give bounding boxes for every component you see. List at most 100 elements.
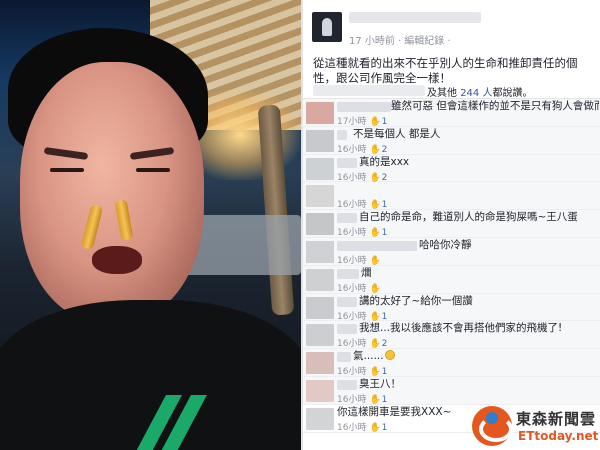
commenter-avatar[interactable]	[306, 102, 334, 124]
news-photo	[0, 0, 301, 450]
likes-text: 及其他 244 人都說讚。	[427, 84, 532, 99]
thumbs-up-icon[interactable]: ✋	[369, 256, 380, 266]
face	[20, 62, 204, 322]
comment-meta: 16小時 ✋2	[337, 142, 387, 155]
comment-like-count[interactable]: 1	[382, 200, 388, 210]
comment-timestamp[interactable]: 16小時	[337, 173, 366, 183]
commenter-name-redacted	[337, 296, 357, 307]
comment-text: 雖然可惡 但會這樣作的並不是只有狗人會做而已,先聲明這並不是護航	[391, 100, 599, 112]
commenter-avatar[interactable]	[306, 240, 334, 263]
comment-item: 真的是xxx 16小時 ✋2	[303, 155, 600, 183]
comment-meta: 16小時 ✋1	[337, 197, 387, 210]
commenter-name-redacted	[337, 240, 417, 251]
edit-history-link[interactable]: 編輯紀錄 ·	[404, 36, 450, 47]
facebook-post-panel: 17 小時前 · 編輯紀錄 · 從這種就看的出來不在乎別人的生命和推卸責任的個性，…	[301, 0, 600, 450]
comment-timestamp[interactable]: 16小時	[337, 256, 366, 266]
thumbs-up-icon[interactable]: ✋	[369, 284, 380, 294]
comment-item: 爛 16小時 ✋	[303, 266, 600, 294]
comment-text: 哈哈你冷靜	[419, 238, 472, 251]
comment-like-count[interactable]: 1	[382, 423, 388, 433]
comment-like-count[interactable]: 1	[382, 117, 388, 127]
post-timestamp[interactable]: 17 小時前 ·	[349, 36, 401, 47]
commenter-avatar[interactable]	[306, 296, 334, 319]
thumbs-up-icon[interactable]: ✋	[369, 117, 380, 127]
comment-text: 我想...我以後應該不會再搭他們家的飛機了!	[359, 322, 563, 335]
comment-list: 雖然可惡 但會這樣作的並不是只有狗人會做而已,先聲明這並不是護航17小時✋1不是…	[303, 98, 600, 433]
commenter-name-redacted	[337, 213, 357, 224]
commenter-avatar[interactable]	[306, 324, 334, 347]
commenter-name-redacted	[337, 379, 357, 390]
comment-like-count[interactable]: 2	[382, 173, 388, 183]
comment-like-count[interactable]: 1	[382, 312, 388, 322]
comment-timestamp[interactable]: 16小時	[337, 228, 366, 238]
comment-text: 爛	[361, 266, 372, 279]
comment-timestamp[interactable]: 16小時	[337, 367, 366, 377]
watermark-subtitle: ETtoday.net	[518, 429, 599, 443]
comment-meta: 16小時 ✋	[337, 281, 381, 294]
comment-meta: 16小時 ✋1	[337, 225, 387, 238]
thumbs-up-icon[interactable]: ✋	[369, 228, 380, 238]
comment-timestamp[interactable]: 17小時	[337, 117, 366, 127]
thumbs-up-icon[interactable]: ✋	[369, 367, 380, 377]
thumbs-up-icon[interactable]: ✋	[369, 145, 380, 155]
comment-text: 不是每個人 都是人	[353, 127, 441, 140]
comment-text: 自己的命是命，難道別人的命是狗屎嗎~王八蛋	[359, 211, 578, 224]
commenter-avatar[interactable]	[306, 185, 334, 208]
commenter-avatar[interactable]	[306, 213, 334, 236]
comment-like-count[interactable]: 1	[382, 367, 388, 377]
comment-timestamp[interactable]: 16小時	[337, 145, 366, 155]
comment-item: 雖然可惡 但會這樣作的並不是只有狗人會做而已,先聲明這並不是護航 17小時✋1	[303, 99, 600, 127]
mouth	[92, 246, 142, 274]
comment-timestamp[interactable]: 16小時	[337, 339, 366, 349]
likes-summary: 及其他 244 人都說讚。	[303, 84, 600, 99]
comment-timestamp[interactable]: 16小時	[337, 312, 366, 322]
comment-like-count[interactable]: 2	[382, 339, 388, 349]
comment-timestamp[interactable]: 16小時	[337, 395, 366, 405]
comment-item: 不是每個人 都是人 16小時 ✋2	[303, 127, 600, 155]
comment-item: 氣...... 16小時 ✋1	[303, 349, 600, 377]
comment-item: 自己的命是命，難道別人的命是狗屎嗎~王八蛋 16小時 ✋1	[303, 210, 600, 238]
comment-text: 真的是xxx	[359, 155, 410, 168]
comment-text: 氣......	[353, 350, 599, 362]
comment-timestamp[interactable]: 16小時	[337, 200, 366, 210]
commenter-avatar[interactable]	[306, 157, 334, 180]
comment-like-count[interactable]: 2	[382, 145, 388, 155]
commenter-avatar[interactable]	[306, 268, 334, 291]
left-eye	[50, 168, 84, 172]
comment-text: 臭王八！	[359, 377, 401, 390]
comment-meta: 16小時 ✋1	[337, 420, 387, 433]
comment-like-count[interactable]: 1	[382, 228, 388, 238]
likers-redacted	[313, 85, 425, 96]
comment-item: 講的太好了~給你一個讚 16小時 ✋1	[303, 294, 600, 322]
watermark-title: 東森新聞雲	[516, 410, 597, 428]
comment-timestamp[interactable]: 16小時	[337, 284, 366, 294]
smiley-emoji-icon	[384, 350, 395, 361]
commenter-avatar[interactable]	[306, 379, 334, 402]
thumbs-up-icon[interactable]: ✋	[369, 200, 380, 210]
commenter-avatar[interactable]	[306, 352, 334, 375]
thumbs-up-icon[interactable]: ✋	[369, 339, 380, 349]
commenter-avatar[interactable]	[306, 407, 334, 430]
right-eye	[136, 168, 170, 172]
thumbs-up-icon[interactable]: ✋	[369, 395, 380, 405]
comment-timestamp[interactable]: 16小時	[337, 423, 366, 433]
thumbs-up-icon[interactable]: ✋	[369, 312, 380, 322]
thumbs-up-icon[interactable]: ✋	[369, 423, 380, 433]
commenter-name-redacted	[337, 352, 351, 363]
comment-text: 講的太好了~給你一個讚	[359, 294, 473, 307]
comment-like-count[interactable]: 1	[382, 395, 388, 405]
post-meta: 17 小時前 · 編輯紀錄 ·	[349, 32, 451, 47]
comment-meta: 17小時 ✋1	[337, 114, 387, 127]
poster-avatar[interactable]	[312, 12, 342, 42]
commenter-avatar[interactable]	[306, 129, 334, 152]
post-header: 17 小時前 · 編輯紀錄 ·	[309, 10, 599, 50]
commenter-name-redacted	[337, 324, 357, 335]
comment-meta: 16小時 ✋1	[337, 392, 387, 405]
commenter-name-redacted	[337, 268, 359, 279]
comment-meta: 16小時 ✋2	[337, 336, 387, 349]
thumbs-up-icon[interactable]: ✋	[369, 173, 380, 183]
commenter-name-redacted	[337, 129, 347, 140]
comment-item: 我想...我以後應該不會再搭他們家的飛機了! 16小時 ✋2	[303, 321, 600, 349]
comment-meta: 16小時 ✋	[337, 253, 381, 266]
ettoday-watermark: 東森新聞雲 ETtoday.net	[470, 404, 598, 448]
